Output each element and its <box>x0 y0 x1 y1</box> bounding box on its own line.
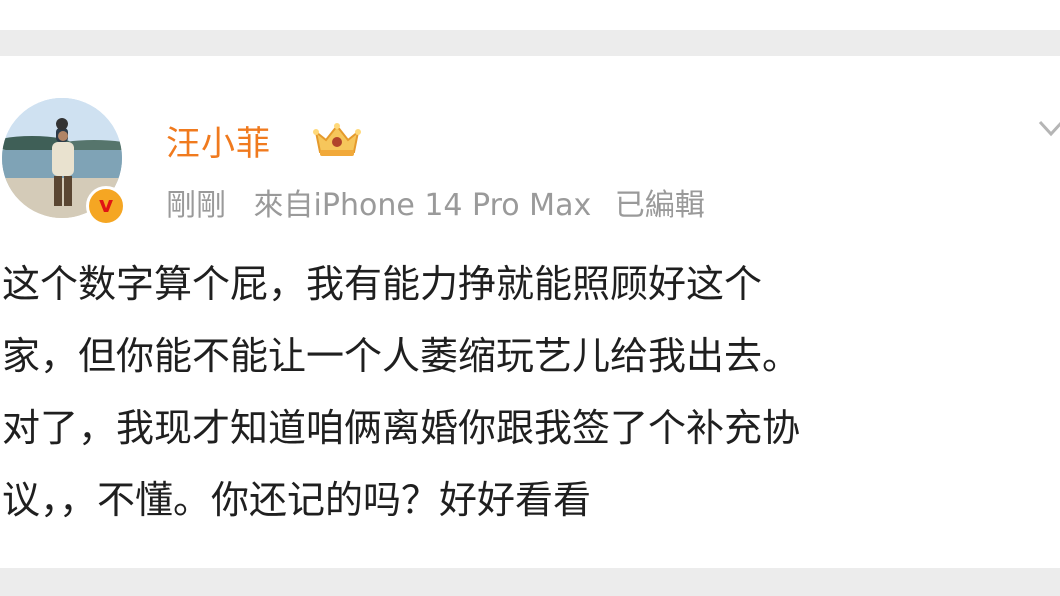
separator-band-bottom <box>0 568 1060 596</box>
separator-band <box>0 30 1060 56</box>
avatar-container[interactable]: v <box>0 98 126 226</box>
post-body: 这个数字算个屁，我有能力挣就能照顾好这个 家，但你能不能让一个人萎缩玩艺儿给我出… <box>2 248 1060 536</box>
verified-v-icon: v <box>86 186 126 226</box>
post-body-line: 这个数字算个屁，我有能力挣就能照顾好这个 <box>2 262 763 306</box>
post-body-line: 对了，我现才知道咱俩离婚你跟我签了个补充协 <box>2 406 801 450</box>
chevron-down-icon[interactable] <box>1036 114 1060 144</box>
username[interactable]: 汪小菲 <box>166 116 271 165</box>
post-meta: 剛剛 來自iPhone 14 Pro Max 已編輯 <box>166 180 705 224</box>
post-body-line: 家，但你能不能让一个人萎缩玩艺儿给我出去。 <box>2 334 801 378</box>
crown-icon <box>313 123 361 156</box>
top-spacer <box>0 0 1060 30</box>
post-source: 來自iPhone 14 Pro Max <box>253 188 592 223</box>
post-time: 剛剛 <box>166 188 226 223</box>
post-edited[interactable]: 已編輯 <box>615 188 705 223</box>
post-body-line: 议，，不懂。你还记的吗？好好看看 <box>2 478 592 522</box>
